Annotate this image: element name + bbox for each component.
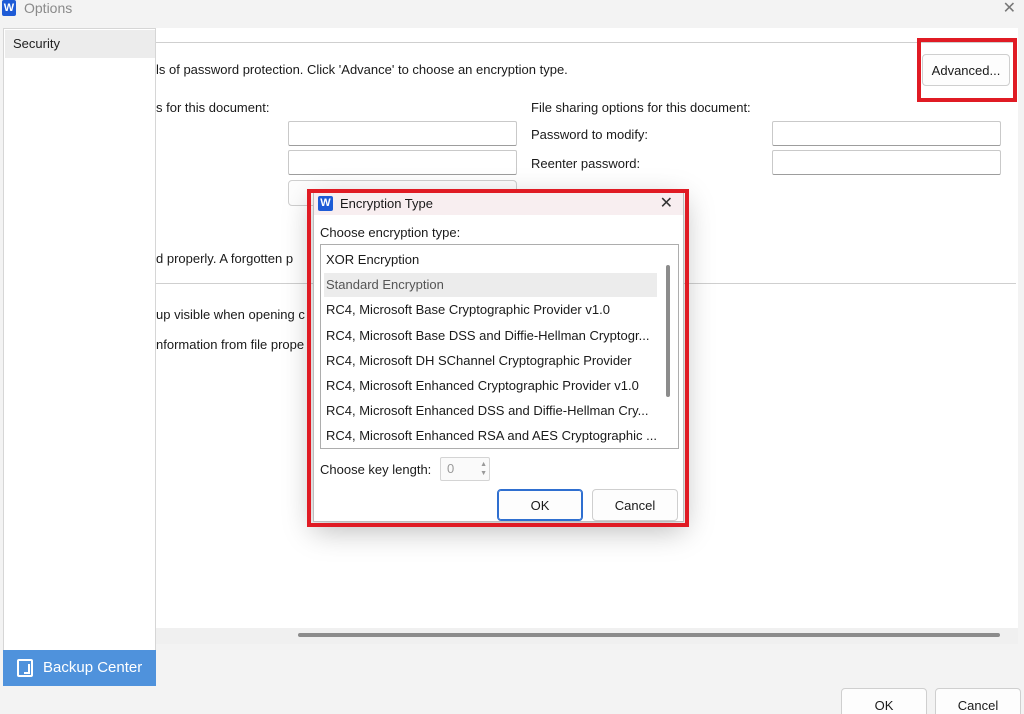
top-divider: [156, 42, 1016, 43]
ok-button[interactable]: OK: [841, 688, 927, 714]
modify-password-label: Password to modify:: [531, 127, 649, 142]
dialog-highlight: [307, 189, 689, 527]
intro-text: ls of password protection. Click 'Advanc…: [156, 62, 568, 77]
backup-center-button[interactable]: Backup Center: [3, 650, 156, 686]
reenter-modify-label: Reenter password:: [531, 156, 641, 171]
cancel-button[interactable]: Cancel: [935, 688, 1021, 714]
warning-text: d properly. A forgotten p: [156, 251, 294, 266]
window-close-icon[interactable]: ✕: [1003, 0, 1016, 18]
privacy-option-1[interactable]: up visible when opening c: [156, 307, 305, 322]
window-title: Options: [24, 0, 73, 16]
backup-center-label: Backup Center: [43, 659, 143, 676]
password-modify-input[interactable]: [772, 121, 1001, 146]
title-bar: W Options ✕: [0, 0, 1024, 20]
backup-icon: [17, 659, 33, 677]
options-sidebar: Security: [3, 28, 156, 686]
wps-app-icon: W: [2, 0, 16, 16]
sidebar-item-security[interactable]: Security: [5, 30, 155, 58]
privacy-option-2[interactable]: nformation from file prope: [156, 337, 304, 352]
horizontal-scrollbar-thumb[interactable]: [298, 633, 1000, 637]
open-section-label: s for this document:: [156, 100, 270, 115]
share-section-label: File sharing options for this document:: [531, 100, 751, 115]
password-open-input[interactable]: [288, 121, 517, 146]
advanced-highlight: [917, 38, 1017, 102]
reenter-modify-input[interactable]: [772, 150, 1001, 175]
reenter-open-input[interactable]: [288, 150, 517, 175]
